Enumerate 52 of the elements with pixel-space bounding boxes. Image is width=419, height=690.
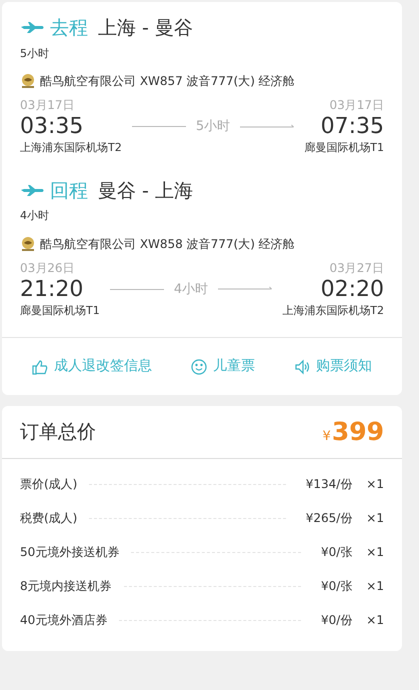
item-label: 50元境外接送机券	[20, 544, 120, 561]
trip-direction: 回程	[50, 178, 88, 204]
item-quantity: ×1	[366, 476, 384, 493]
item-quantity: ×1	[366, 612, 384, 629]
thumbs-up-icon	[32, 358, 48, 374]
flight-date: 03月27日	[329, 260, 384, 276]
item-price: ¥0/张	[320, 578, 352, 595]
airport-name: 上海浦东国际机场T2	[282, 302, 384, 318]
smiley-icon	[191, 358, 207, 374]
trip-duration: 4小时	[20, 208, 50, 224]
airline-logo-icon	[20, 236, 36, 252]
airplane-icon	[20, 184, 44, 197]
flight-time: 21:20	[20, 276, 84, 302]
item-quantity: ×1	[366, 510, 384, 527]
item-price: ¥265/份	[306, 510, 352, 527]
flight-info: 酷鸟航空有限公司 XW857 波音777(大) 经济舱	[40, 73, 295, 90]
arrow-line	[218, 286, 272, 292]
flight-date: 03月17日	[329, 97, 384, 114]
trip-direction: 去程	[50, 16, 88, 41]
airplane-icon	[20, 22, 44, 34]
item-price: ¥134/份	[306, 476, 352, 493]
airline-logo-icon	[20, 73, 36, 89]
airport-name: 上海浦东国际机场T2	[20, 140, 122, 156]
item-label: 票价(成人)	[20, 476, 78, 493]
flight-duration: 5小时	[196, 118, 230, 136]
speaker-icon	[294, 358, 310, 374]
flight-time: 02:20	[320, 276, 384, 302]
info-link[interactable]: 儿童票	[191, 356, 255, 377]
item-quantity: ×1	[366, 544, 384, 561]
item-price: ¥0/份	[320, 612, 352, 629]
item-label: 40元境外酒店券	[20, 612, 108, 629]
airport-name: 廊曼国际机场T1	[304, 140, 384, 156]
order-total-label: 订单总价	[20, 420, 96, 445]
flight-date: 03月26日	[20, 260, 75, 276]
route-title: 上海 - 曼谷	[98, 16, 193, 41]
info-link[interactable]: 成人退改签信息	[32, 356, 152, 377]
flight-duration: 4小时	[174, 280, 208, 298]
flight-time: 07:35	[320, 114, 384, 140]
item-label: 8元境内接送机券	[20, 578, 112, 595]
total-price: 399	[332, 416, 384, 448]
arrow-line	[240, 124, 294, 130]
flight-info: 酷鸟航空有限公司 XW858 波音777(大) 经济舱	[40, 236, 295, 252]
trip-duration: 5小时	[20, 46, 50, 62]
flight-date: 03月17日	[20, 97, 75, 114]
item-label: 税费(成人)	[20, 510, 78, 527]
info-link[interactable]: 购票须知	[294, 356, 372, 377]
airport-name: 廊曼国际机场T1	[20, 302, 100, 318]
item-price: ¥0/张	[320, 544, 352, 561]
flight-time: 03:35	[20, 114, 84, 140]
route-title: 曼谷 - 上海	[98, 178, 193, 204]
currency-symbol: ¥	[322, 428, 331, 446]
item-quantity: ×1	[366, 578, 384, 595]
